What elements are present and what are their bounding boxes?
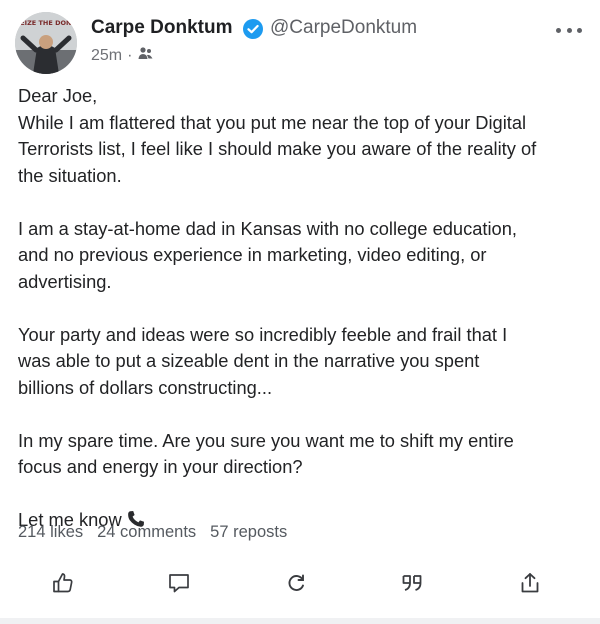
bottom-divider	[0, 618, 600, 624]
action-bar	[0, 563, 600, 607]
more-dot	[566, 27, 572, 33]
comment-icon	[167, 571, 191, 600]
author-name[interactable]: Carpe Donktum	[91, 17, 232, 39]
author-handle[interactable]: @CarpeDonktum	[270, 17, 417, 39]
text-line: Dear Joe,	[18, 85, 98, 106]
text-line: Your party and ideas were so incredibly …	[18, 323, 508, 345]
verified-badge-icon	[243, 19, 263, 39]
comments-count[interactable]: 24 comments	[97, 523, 196, 542]
paragraph-2: I am a stay-at-home dad in Kansas with n…	[18, 216, 593, 296]
repost-button[interactable]	[282, 571, 310, 599]
audience-icon	[137, 45, 154, 67]
avatar[interactable]: SEIZE THE DONK	[15, 12, 77, 74]
post-time[interactable]: 25m	[91, 47, 122, 65]
post-body: Dear Joe, While I am flattered that you …	[18, 83, 593, 537]
more-options-button[interactable]	[556, 21, 582, 39]
post-meta: 25m ·	[91, 45, 154, 67]
text-line: While I am flattered that you put me nea…	[18, 111, 527, 133]
text-line: the situation.	[18, 164, 122, 186]
text-line: In my spare time. Are you sure you want …	[18, 429, 514, 451]
likes-count[interactable]: 214 likes	[18, 523, 83, 542]
share-icon	[518, 571, 542, 600]
text-line: I am a stay-at-home dad in Kansas with n…	[18, 217, 517, 239]
paragraph-4: In my spare time. Are you sure you want …	[18, 428, 593, 481]
like-button[interactable]	[49, 571, 77, 599]
text-line: focus and energy in your direction?	[18, 456, 303, 477]
more-dot	[556, 27, 561, 33]
text-line: was able to put a sizeable dent in the n…	[18, 350, 480, 371]
meta-separator: ·	[127, 47, 133, 64]
text-line: and no previous experience in marketing,…	[18, 244, 487, 265]
paragraph-3: Your party and ideas were so incredibly …	[18, 322, 593, 402]
share-button[interactable]	[516, 571, 544, 599]
more-dot	[577, 27, 582, 33]
text-line: billions of dollars constructing...	[18, 376, 273, 398]
quote-icon	[400, 571, 424, 600]
reposts-count[interactable]: 57 reposts	[210, 523, 287, 542]
comment-button[interactable]	[165, 571, 193, 599]
repost-icon	[284, 571, 308, 600]
paragraph-greeting: Dear Joe, While I am flattered that you …	[18, 83, 593, 189]
avatar-image: SEIZE THE DONK	[15, 12, 77, 74]
like-icon	[51, 571, 75, 600]
avatar-caption: SEIZE THE DONK	[16, 19, 77, 27]
text-line: Terrorists list, I feel like I should ma…	[18, 138, 537, 159]
engagement-stats: 214 likes 24 comments 57 reposts	[18, 523, 287, 542]
text-line: advertising.	[18, 270, 112, 292]
quote-button[interactable]	[398, 571, 426, 599]
